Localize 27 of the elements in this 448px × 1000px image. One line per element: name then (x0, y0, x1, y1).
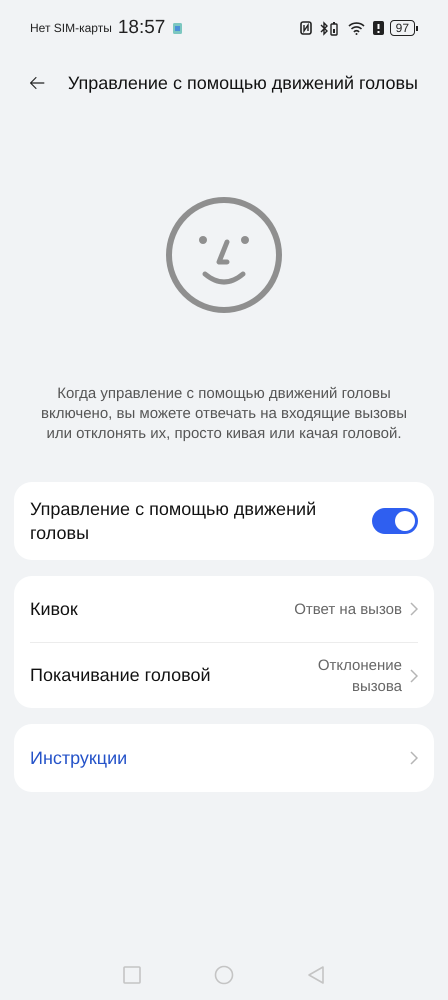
notification-icon (173, 22, 182, 34)
settings-row[interactable]: Покачивание головой Отклонение вызова (30, 642, 418, 708)
nfc-icon (300, 21, 312, 35)
chevron-right-icon (410, 751, 418, 765)
instructions-card[interactable]: Инструкции (14, 724, 434, 792)
toggle-label: Управление с помощью движений головы (30, 498, 318, 545)
setting-value: Ответ на вызов (294, 600, 402, 620)
chevron-right-icon (410, 668, 418, 682)
settings-row[interactable]: Кивок Ответ на вызов (30, 576, 418, 642)
recents-icon[interactable] (122, 965, 142, 985)
battery-level: 97 (390, 20, 415, 36)
instructions-link[interactable]: Инструкции (30, 744, 410, 772)
home-icon[interactable] (214, 965, 234, 985)
setting-label: Кивок (30, 598, 79, 620)
chevron-right-icon (410, 602, 418, 616)
description-text: Когда управление с помощью движений головы включено, вы можете отвечать на входящие вызовы или отклонять их, просто кивая или качая головой. (40, 384, 408, 444)
page-title: Управление с помощью движений головы (68, 72, 418, 95)
setting-label: Покачивание головой (30, 664, 212, 687)
wifi-icon (348, 22, 365, 34)
bluetooth-battery-icon (320, 20, 340, 36)
smiley-face-icon (165, 196, 283, 314)
carrier-text: Нет SIM-карты (30, 20, 112, 37)
clock: 18:57 (118, 16, 166, 40)
back-icon[interactable] (306, 965, 326, 985)
alert-icon (372, 21, 384, 35)
toggle-switch[interactable] (372, 508, 418, 534)
setting-value: Отклонение вызова (316, 656, 402, 696)
